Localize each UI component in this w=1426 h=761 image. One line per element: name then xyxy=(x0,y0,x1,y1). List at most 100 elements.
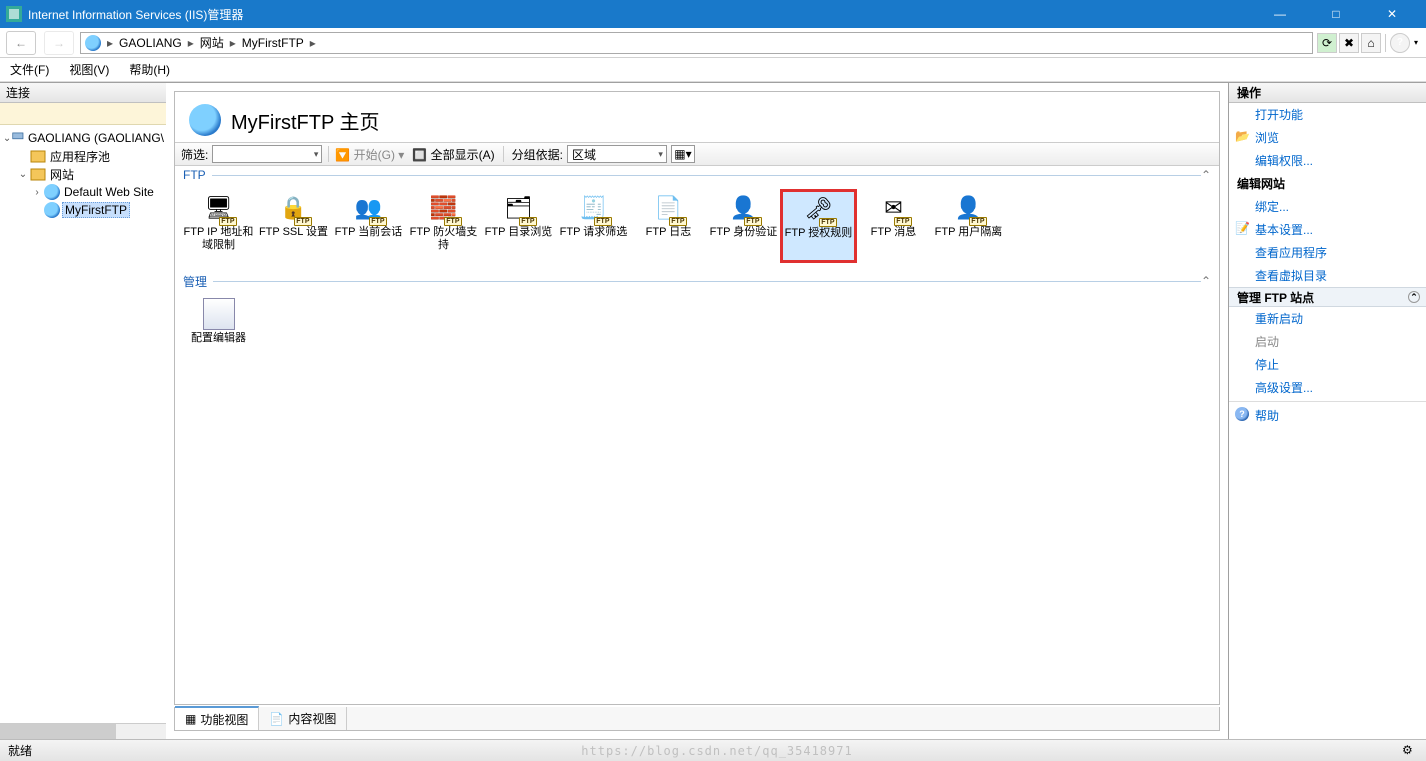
folder-icon xyxy=(30,148,46,164)
page-title: MyFirstFTP 主页 xyxy=(231,106,380,135)
actions-pane: 操作 打开功能 📂浏览 编辑权限... 编辑网站 绑定... 📝基本设置... … xyxy=(1228,82,1426,739)
groupby-select[interactable]: 区域▾ xyxy=(567,145,667,163)
nav-back-button[interactable]: ← xyxy=(6,31,36,55)
tree-apppool-label: 应用程序池 xyxy=(48,148,112,165)
action-open-feature[interactable]: 打开功能 xyxy=(1229,103,1426,126)
breadcrumb-root[interactable]: GAOLIANG xyxy=(119,36,182,50)
ftp-item-label: FTP 身份验证 xyxy=(708,226,780,239)
site-icon xyxy=(189,104,221,136)
chevron-right-icon: ▸ xyxy=(228,36,238,50)
minimize-button[interactable]: — xyxy=(1260,7,1300,21)
ftp-item-2[interactable]: 👥FTPFTP 当前会话 xyxy=(331,190,406,262)
connections-toolbar[interactable] xyxy=(0,103,166,125)
tree-apppool-node[interactable]: 应用程序池 xyxy=(0,147,166,165)
ftp-item-label: FTP IP 地址和域限制 xyxy=(181,226,256,252)
action-edit-permissions[interactable]: 编辑权限... xyxy=(1229,149,1426,172)
nav-forward-button[interactable]: → xyxy=(44,31,74,55)
center-pane: MyFirstFTP 主页 筛选: ▾ 🔽 开始(G) ▾ 🔲 全部显示(A) … xyxy=(166,82,1228,739)
menu-view[interactable]: 视图(V) xyxy=(69,61,109,78)
breadcrumb[interactable]: ▸ GAOLIANG ▸ 网站 ▸ MyFirstFTP ▸ xyxy=(80,32,1313,54)
action-bindings[interactable]: 绑定... xyxy=(1229,195,1426,218)
main-frame: MyFirstFTP 主页 筛选: ▾ 🔽 开始(G) ▾ 🔲 全部显示(A) … xyxy=(174,91,1220,705)
ftp-item-7[interactable]: 👤FTPFTP 身份验证 xyxy=(706,190,781,262)
ftp-item-9[interactable]: ✉FTPFTP 消息 xyxy=(856,190,931,262)
action-basic-settings[interactable]: 📝基本设置... xyxy=(1229,218,1426,241)
iis-app-icon xyxy=(6,6,22,22)
mgmt-icon-grid: 配置编辑器 xyxy=(175,290,1219,378)
ftp-item-label: FTP 防火墙支持 xyxy=(406,226,481,252)
home-icon[interactable]: ⌂ xyxy=(1361,33,1381,53)
ftp-item-4[interactable]: 🗂FTPFTP 目录浏览 xyxy=(481,190,556,262)
filter-input[interactable]: ▾ xyxy=(212,145,322,163)
action-browse[interactable]: 📂浏览 xyxy=(1229,126,1426,149)
ftp-item-6[interactable]: 📄FTPFTP 日志 xyxy=(631,190,706,262)
help-icon: ? xyxy=(1235,407,1249,421)
action-help[interactable]: ?帮助 xyxy=(1229,404,1426,427)
action-view-apps[interactable]: 查看应用程序 xyxy=(1229,241,1426,264)
breadcrumb-leaf[interactable]: MyFirstFTP xyxy=(242,36,304,50)
close-button[interactable]: ✕ xyxy=(1372,7,1412,21)
page-title-area: MyFirstFTP 主页 xyxy=(175,92,1219,142)
tree-defaultsite-node[interactable]: › Default Web Site xyxy=(0,183,166,201)
action-restart[interactable]: 重新启动 xyxy=(1229,307,1426,330)
features-view-icon: ▦ xyxy=(185,712,196,726)
menu-file[interactable]: 文件(F) xyxy=(10,61,49,78)
expander-icon[interactable]: › xyxy=(30,187,44,198)
ftp-item-3[interactable]: 🧱FTPFTP 防火墙支持 xyxy=(406,190,481,262)
collapse-icon[interactable]: ⌃ xyxy=(1201,274,1215,288)
help-icon[interactable]: ? xyxy=(1390,33,1410,53)
ftp-item-1[interactable]: 🔒FTPFTP SSL 设置 xyxy=(256,190,331,262)
ftp-item-label: FTP 日志 xyxy=(644,226,694,239)
connections-pane: 连接 ⌄ GAOLIANG (GAOLIANG\ 应用程序池 ⌄ 网站 › De… xyxy=(0,82,166,739)
stop-icon[interactable]: ✖ xyxy=(1339,33,1359,53)
ftp-item-label: FTP 目录浏览 xyxy=(483,226,555,239)
tab-features-view[interactable]: ▦ 功能视图 xyxy=(175,706,259,730)
filter-showall[interactable]: 🔲 全部显示(A) xyxy=(412,146,494,163)
tab-content-view[interactable]: 📄 内容视图 xyxy=(259,707,347,730)
group-line xyxy=(213,281,1201,282)
collapse-icon[interactable]: ⌃ xyxy=(1408,291,1420,303)
action-stop[interactable]: 停止 xyxy=(1229,353,1426,376)
expander-icon[interactable]: ⌄ xyxy=(16,169,30,180)
tree-myftp-node[interactable]: MyFirstFTP xyxy=(0,201,166,219)
connections-tree: ⌄ GAOLIANG (GAOLIANG\ 应用程序池 ⌄ 网站 › Defau… xyxy=(0,125,166,723)
groupby-label: 分组依据: xyxy=(512,146,563,163)
statusbar: 就绪 https://blog.csdn.net/qq_35418971 ⚙ xyxy=(0,739,1426,761)
ftp-item-icon: ✉FTP xyxy=(878,192,910,224)
config-editor-item[interactable]: 配置编辑器 xyxy=(181,296,256,368)
horizontal-scrollbar[interactable] xyxy=(0,723,166,739)
collapse-icon[interactable]: ⌃ xyxy=(1201,168,1215,182)
help-dropdown-icon[interactable]: ▾ xyxy=(1412,38,1420,47)
action-advanced-settings[interactable]: 高级设置... xyxy=(1229,376,1426,399)
tree-defaultsite-label: Default Web Site xyxy=(62,185,156,199)
titlebar: Internet Information Services (IIS)管理器 —… xyxy=(0,0,1426,28)
ftp-item-8[interactable]: 🗝FTPFTP 授权规则 xyxy=(781,190,856,262)
body: 连接 ⌄ GAOLIANG (GAOLIANG\ 应用程序池 ⌄ 网站 › De… xyxy=(0,82,1426,739)
ftp-item-10[interactable]: 👤FTPFTP 用户隔离 xyxy=(931,190,1006,262)
folder-icon xyxy=(30,166,46,182)
ftp-item-5[interactable]: 🧾FTPFTP 请求筛选 xyxy=(556,190,631,262)
globe-icon xyxy=(85,35,101,51)
tree-server-node[interactable]: ⌄ GAOLIANG (GAOLIANG\ xyxy=(0,129,166,147)
status-ready: 就绪 xyxy=(8,742,32,759)
ftp-item-0[interactable]: 🖥FTPFTP IP 地址和域限制 xyxy=(181,190,256,262)
maximize-button[interactable]: □ xyxy=(1316,7,1356,21)
action-view-vdirs[interactable]: 查看虚拟目录 xyxy=(1229,264,1426,287)
group-line xyxy=(212,175,1201,176)
breadcrumb-sites[interactable]: 网站 xyxy=(200,34,224,51)
ftp-item-icon: 👥FTP xyxy=(353,192,385,224)
tree-sites-node[interactable]: ⌄ 网站 xyxy=(0,165,166,183)
actions-header: 操作 xyxy=(1229,83,1426,103)
ftp-item-label: FTP 请求筛选 xyxy=(558,226,630,239)
filter-start[interactable]: 🔽 开始(G) ▾ xyxy=(335,146,404,163)
tree-myftp-label: MyFirstFTP xyxy=(62,202,130,218)
expander-icon[interactable]: ⌄ xyxy=(2,133,12,144)
status-config-icon[interactable]: ⚙ xyxy=(1402,743,1418,759)
view-mode-button[interactable]: ▦▾ xyxy=(671,145,695,163)
ftp-item-label: FTP 用户隔离 xyxy=(933,226,1005,239)
nav-right-icons: ⟳ ✖ ⌂ ? ▾ xyxy=(1317,33,1426,53)
menu-help[interactable]: 帮助(H) xyxy=(129,61,170,78)
refresh-icon[interactable]: ⟳ xyxy=(1317,33,1337,53)
ftp-item-icon: 🗝FTP xyxy=(803,193,835,225)
actions-manage-ftp-head: 管理 FTP 站点 ⌃ xyxy=(1229,287,1426,307)
